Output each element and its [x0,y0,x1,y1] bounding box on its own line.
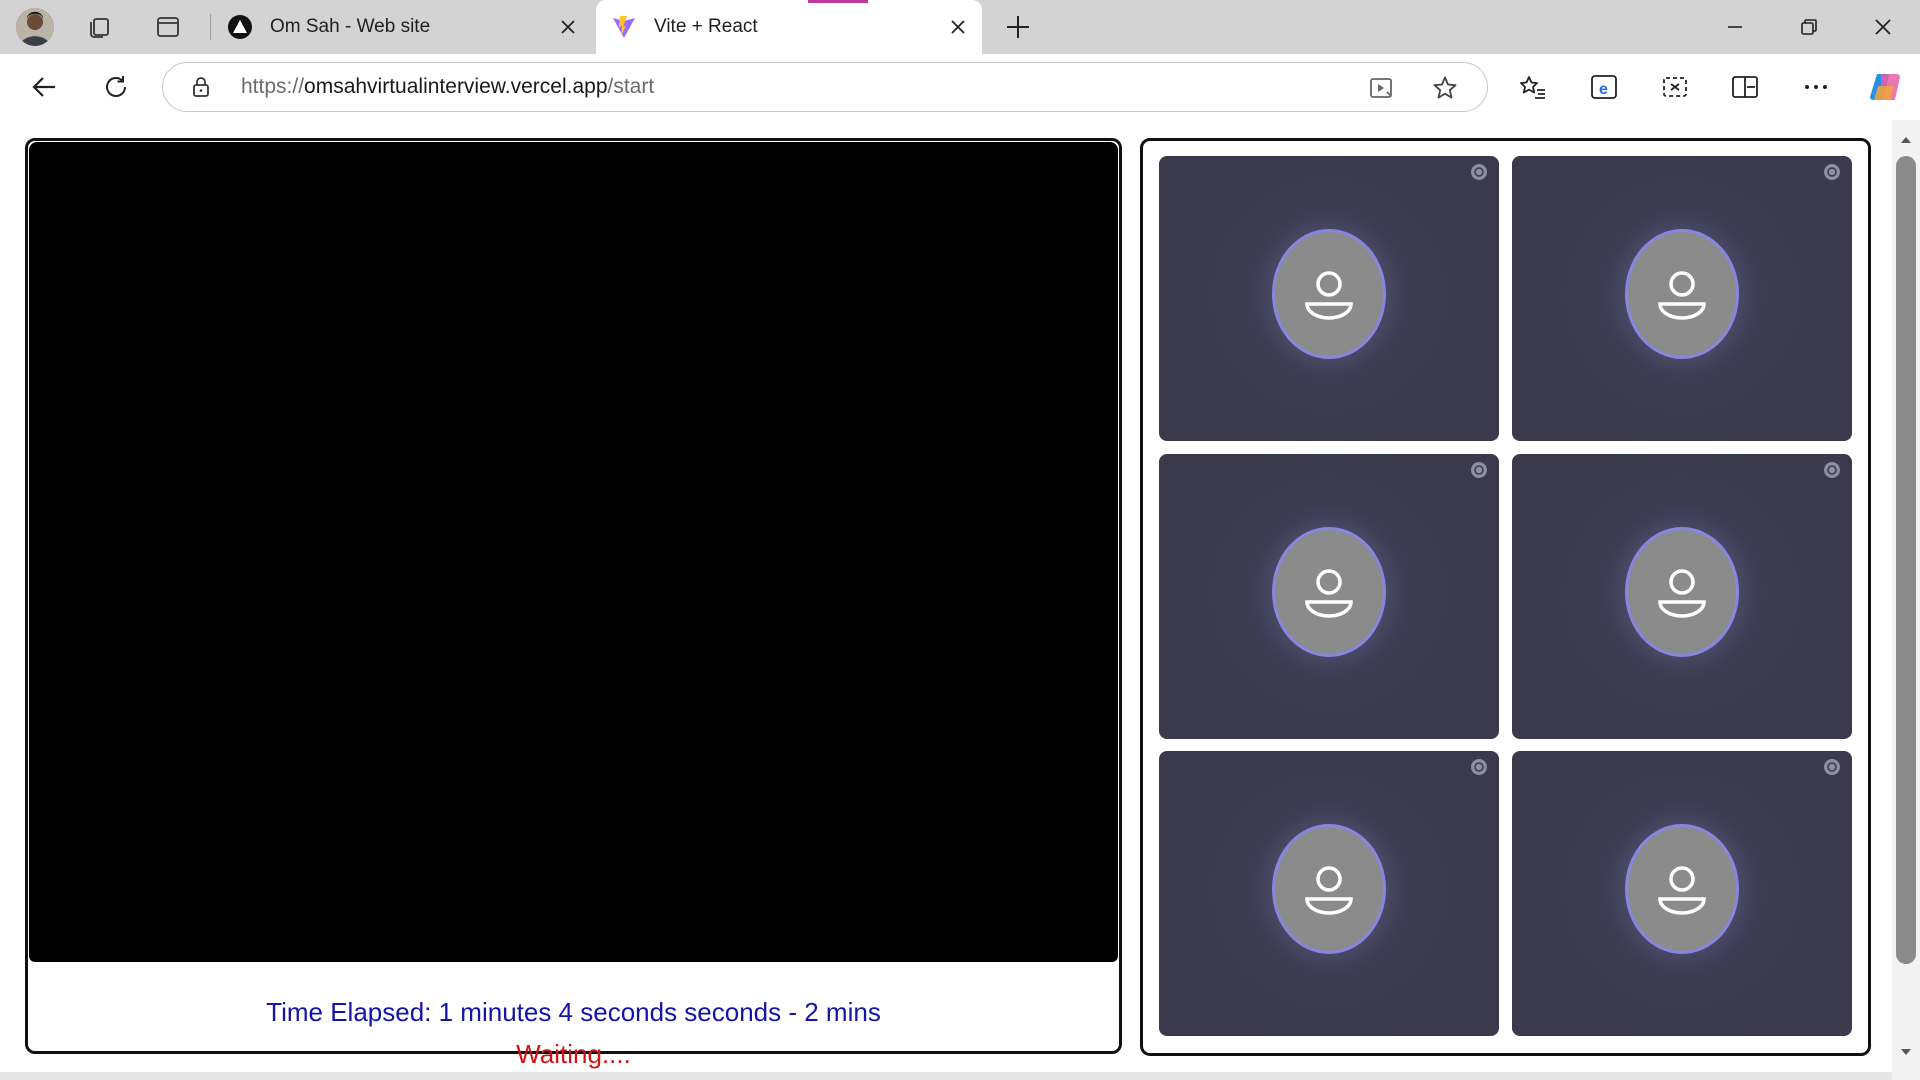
tab-om-sah[interactable]: Om Sah - Web site [212,0,592,54]
tile-options-icon[interactable] [1469,162,1489,182]
close-tab-icon[interactable] [550,9,586,45]
settings-more-button[interactable] [1793,64,1839,110]
tab-loading-indicator [808,0,868,3]
status-text: Waiting.... [516,1039,631,1069]
vertical-tabs-icon [157,17,179,37]
user-avatar-icon [1272,228,1386,359]
url-path: /start [607,75,655,98]
workspaces-icon [90,18,109,38]
user-avatar-icon [1272,823,1386,954]
participants-panel [1140,138,1871,1056]
horizontal-scroll-track [0,1072,1892,1080]
back-button[interactable] [21,64,67,110]
tab-title: Vite + React [654,16,758,37]
arrow-left-icon [32,77,55,97]
screenshot-button[interactable] [1652,64,1698,110]
tile-options-icon[interactable] [1469,757,1489,777]
triangle-logo-icon [226,13,254,41]
tile-options-icon[interactable] [1822,162,1842,182]
participant-tile[interactable] [1512,156,1852,441]
scroll-up-icon[interactable] [1898,132,1914,148]
timer-text: Time Elapsed: 1 minutes 4 seconds second… [266,997,881,1027]
lock-icon[interactable] [189,75,213,99]
minimize-icon [1728,26,1742,28]
restore-icon [1801,19,1817,35]
video-feed [29,142,1118,962]
plus-icon [1007,16,1029,38]
url-host: omsahvirtualinterview.vercel.app [304,75,608,98]
user-avatar-icon [1625,526,1739,657]
address-bar[interactable]: https://omsahvirtualinterview.vercel.app… [162,62,1488,112]
participant-tile[interactable] [1159,156,1499,441]
scroll-down-icon[interactable] [1898,1044,1914,1060]
close-window-button[interactable] [1848,0,1918,54]
page-content: Time Elapsed: 1 minutes 4 seconds second… [0,120,1920,1080]
workspaces-button[interactable] [80,8,120,46]
user-avatar-icon [1272,526,1386,657]
refresh-icon [106,76,126,97]
app-available-icon[interactable] [1365,72,1397,104]
tile-options-icon[interactable] [1469,460,1489,480]
copilot-button[interactable] [1862,64,1908,110]
refresh-button[interactable] [93,64,139,110]
user-avatar-icon [1625,823,1739,954]
close-tab-icon[interactable] [940,9,976,45]
svg-text:e: e [1599,81,1608,98]
url-text[interactable]: https://omsahvirtualinterview.vercel.app… [241,75,654,99]
favorites-button[interactable] [1510,64,1556,110]
ie-mode-icon: e [1591,75,1617,99]
collections-button[interactable] [1722,64,1768,110]
tab-strip: Om Sah - Web site Vite + React [0,0,1920,54]
web-capture-icon [1663,77,1687,97]
url-scheme: https:// [241,75,305,98]
favorite-star-icon[interactable] [1429,72,1461,104]
internet-explorer-mode-button[interactable]: e [1581,64,1627,110]
favorites-list-icon [1520,76,1545,99]
tab-vite-react[interactable]: Vite + React [596,0,982,54]
tab-separator [210,14,211,40]
interview-panel: Time Elapsed: 1 minutes 4 seconds second… [25,138,1122,1069]
tile-options-icon[interactable] [1822,757,1842,777]
participant-tile[interactable] [1159,454,1499,739]
tile-options-icon[interactable] [1822,460,1842,480]
scrollbar-thumb[interactable] [1896,156,1916,964]
copilot-icon [1870,74,1900,100]
split-screen-icon [1732,76,1758,98]
minimize-button[interactable] [1700,0,1770,54]
participant-tile[interactable] [1159,751,1499,1036]
tab-actions-button[interactable] [148,8,188,46]
participant-tile[interactable] [1512,454,1852,739]
close-icon [1875,19,1891,35]
new-tab-button[interactable] [998,8,1038,46]
restore-button[interactable] [1774,0,1844,54]
tab-title: Om Sah - Web site [270,16,431,37]
vite-logo-icon [610,13,638,41]
participant-tile[interactable] [1512,751,1852,1036]
user-avatar-icon [1625,228,1739,359]
more-dots-icon [1805,85,1827,89]
vertical-scrollbar[interactable] [1892,120,1920,1080]
navigation-bar: https://omsahvirtualinterview.vercel.app… [0,54,1920,120]
profile-avatar[interactable] [16,8,54,46]
